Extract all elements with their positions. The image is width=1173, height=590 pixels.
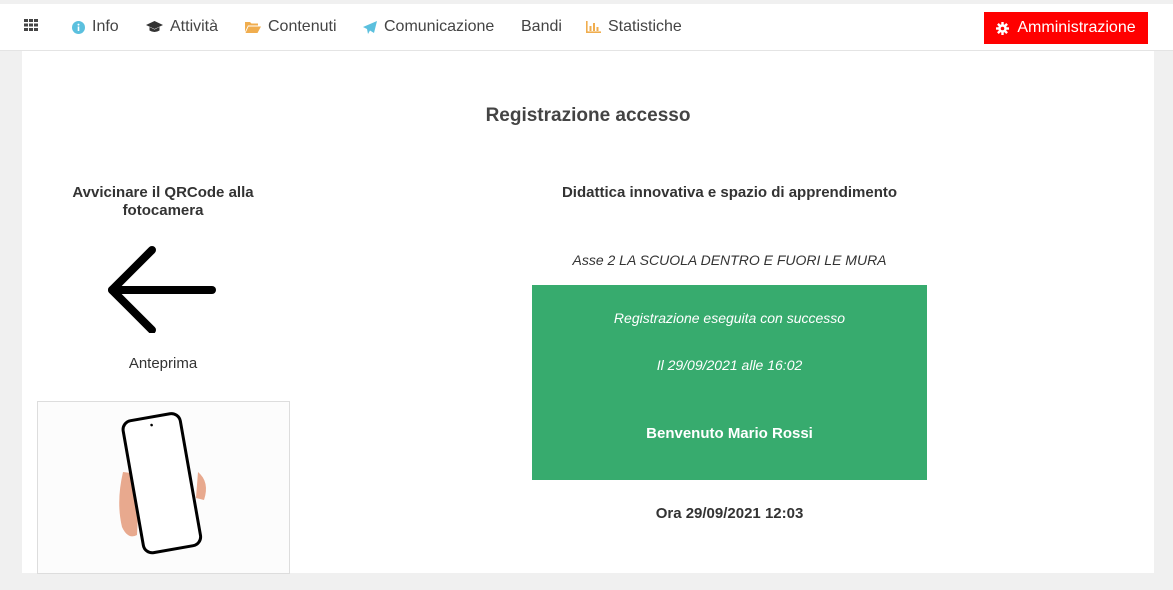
- main-panel: Registrazione accesso Avvicinare il QRCo…: [22, 51, 1154, 574]
- nav-item-comunicazione[interactable]: Comunicazione: [363, 4, 494, 50]
- nav-item-attivita[interactable]: Attività: [146, 4, 218, 50]
- nav-item-contenuti[interactable]: Contenuti: [245, 4, 337, 50]
- nav-label-info: Info: [92, 18, 119, 35]
- success-status: Registrazione eseguita con successo: [613, 310, 846, 326]
- nav-label-contenuti: Contenuti: [268, 18, 337, 35]
- registration-datetime: Il 29/09/2021 alle 16:02: [656, 357, 803, 373]
- preview-label: Anteprima: [128, 355, 198, 372]
- paper-plane-icon: [363, 20, 377, 34]
- welcome-message: Benvenuto Mario Rossi: [646, 425, 813, 442]
- apps-grid-button[interactable]: [24, 4, 38, 50]
- qr-instruction: Avvicinare il QRCode alla fotocamera: [72, 184, 254, 219]
- nav-label-attivita: Attività: [170, 18, 219, 35]
- folder-open-icon: [245, 21, 261, 33]
- gear-icon: [996, 21, 1010, 35]
- phone-in-hand-image: [119, 412, 206, 555]
- admin-button[interactable]: Amministrazione: [984, 12, 1148, 44]
- success-panel: Registrazione eseguita con successo Il 2…: [532, 285, 927, 480]
- nav-item-info[interactable]: Info: [72, 4, 119, 50]
- apps-grid-icon: [24, 18, 38, 36]
- top-navbar: Info Attività Contenuti Comunicazione Ba…: [0, 4, 1173, 51]
- event-subtitle: Asse 2 LA SCUOLA DENTRO E FUORI LE MURA: [572, 252, 887, 268]
- admin-button-label: Amministrazione: [1017, 19, 1136, 36]
- nav-item-statistiche[interactable]: Statistiche: [586, 4, 682, 50]
- arrow-left-icon: [104, 243, 218, 338]
- current-time: Ora 29/09/2021 12:03: [655, 505, 804, 522]
- nav-item-bandi[interactable]: Bandi: [521, 4, 562, 50]
- camera-preview: [37, 401, 290, 574]
- page-title: Registrazione accesso: [485, 105, 691, 126]
- nav-label-bandi: Bandi: [521, 18, 562, 35]
- bar-chart-icon: [586, 21, 601, 33]
- info-circle-icon: [72, 20, 85, 34]
- event-title: Didattica innovativa e spazio di apprend…: [561, 184, 898, 201]
- nav-label-comunicazione: Comunicazione: [384, 18, 495, 35]
- graduation-cap-icon: [146, 21, 163, 33]
- nav-label-statistiche: Statistiche: [608, 18, 682, 35]
